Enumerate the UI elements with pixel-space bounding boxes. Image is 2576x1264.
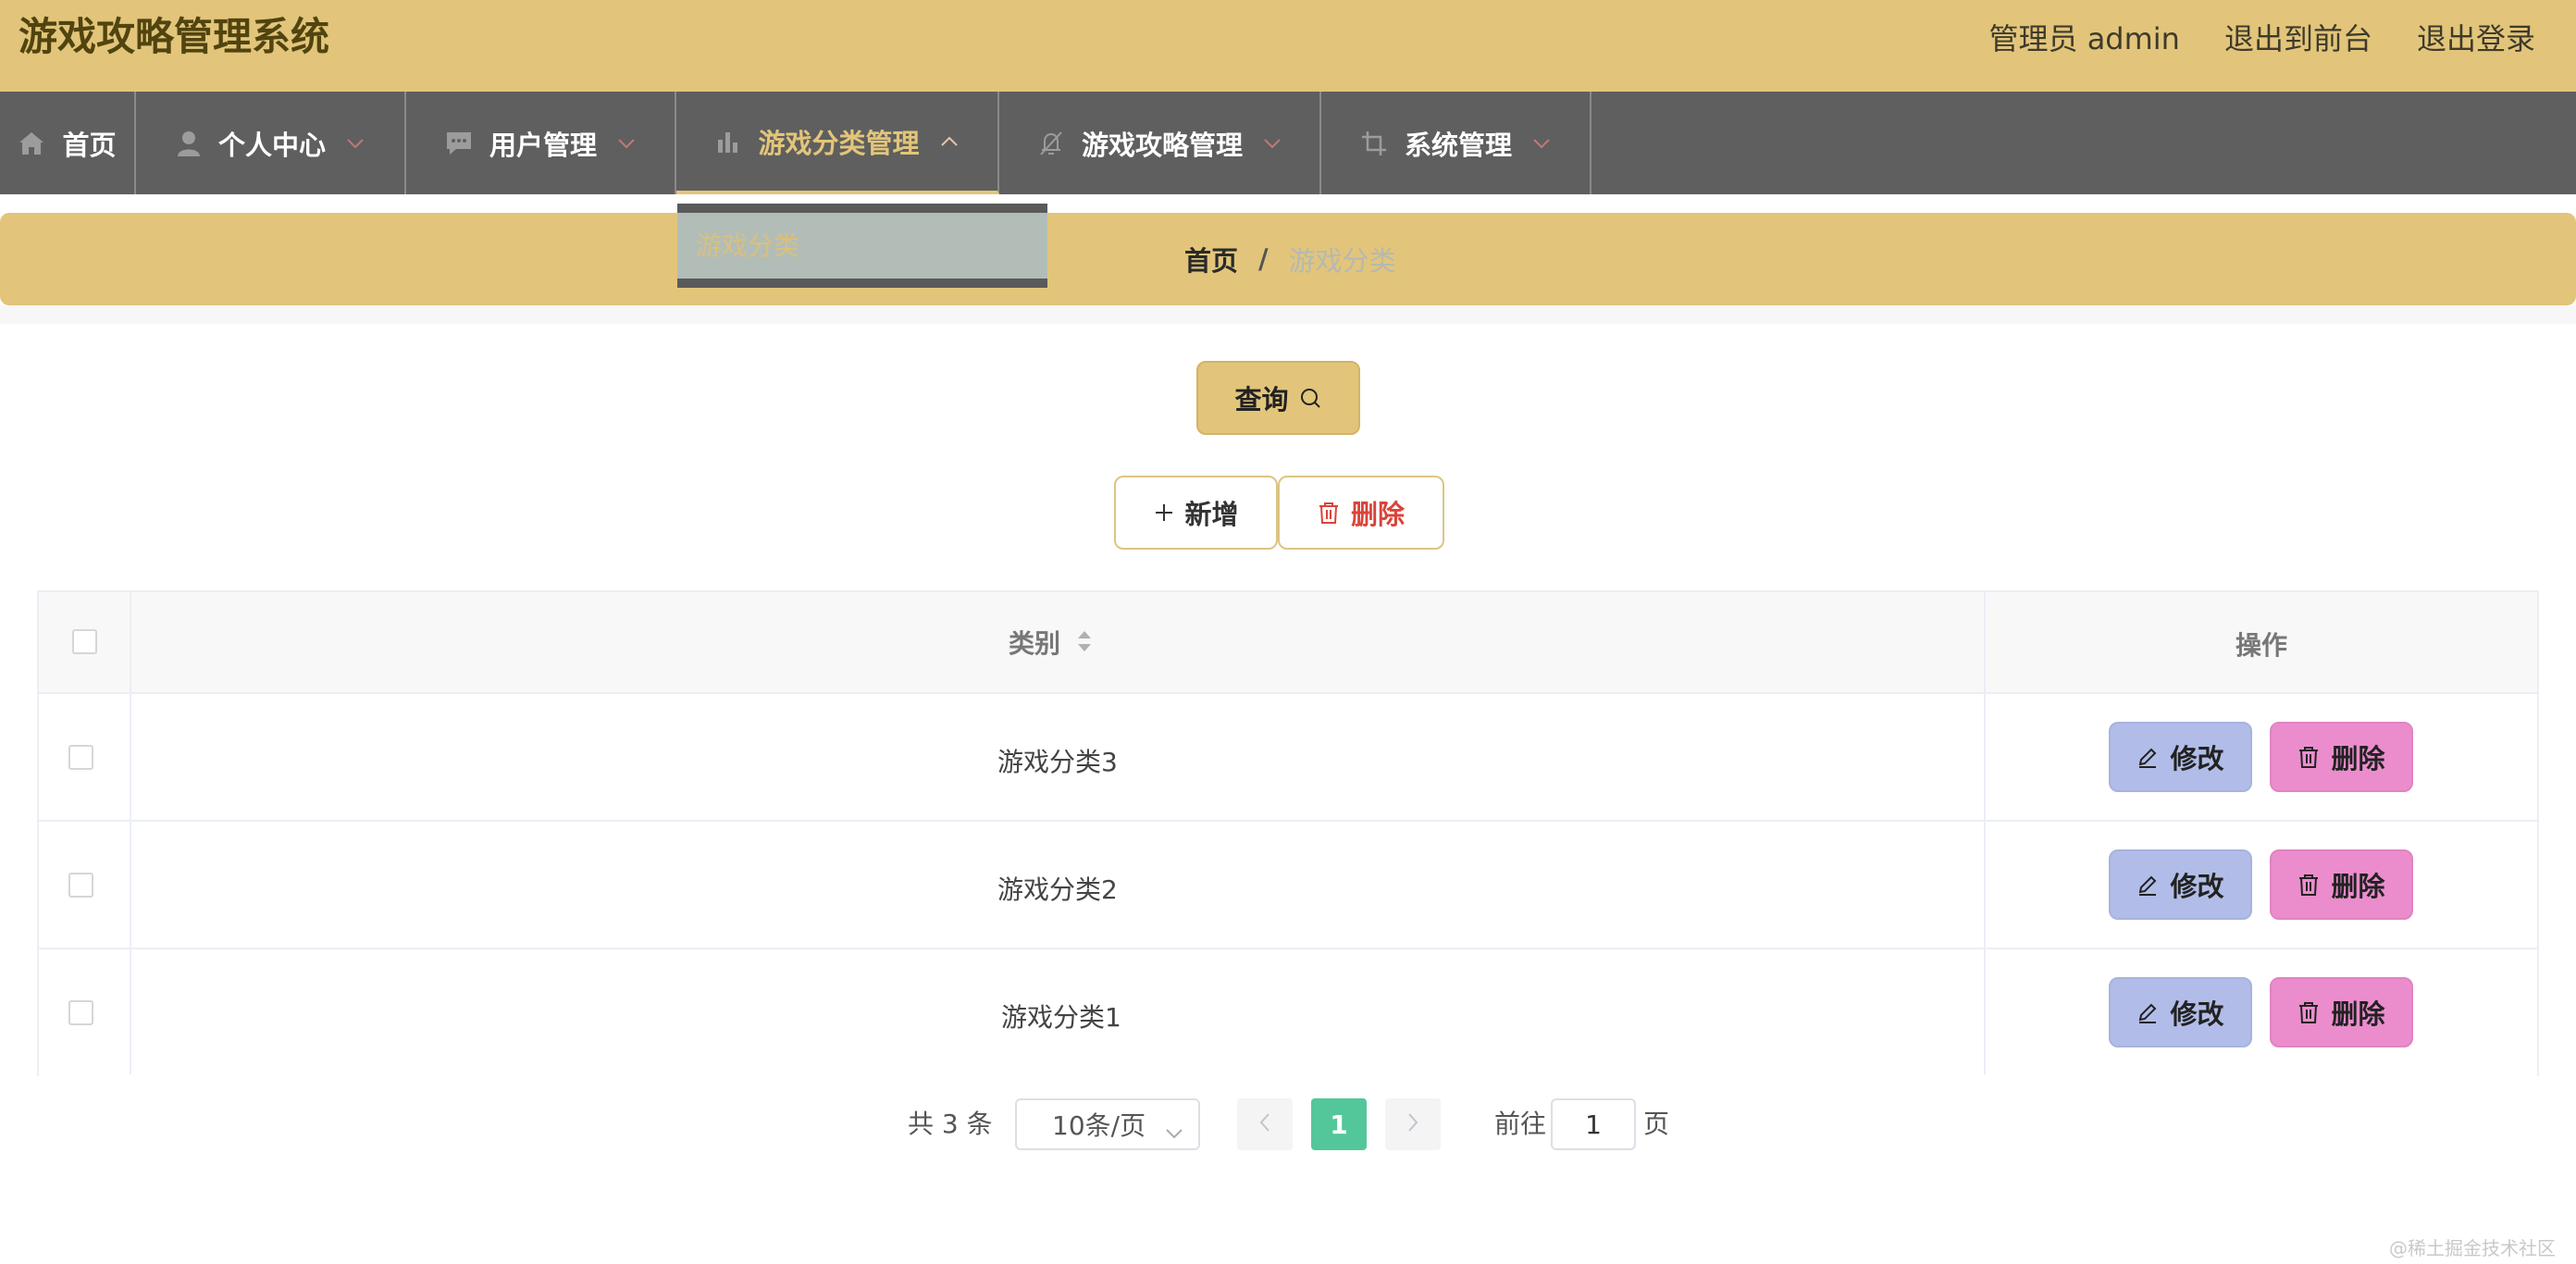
- nav-label-profile: 个人中心: [217, 129, 326, 161]
- row-checkbox[interactable]: [68, 1000, 93, 1025]
- add-button-label: 新增: [1184, 499, 1239, 530]
- table-header: 类别 操作: [39, 592, 2537, 694]
- table-row: 游戏分类3 修改 删除: [39, 694, 2537, 822]
- breadcrumb-current: 游戏分类: [1288, 245, 1396, 277]
- sort-icon[interactable]: [1075, 627, 1094, 659]
- page-label: 页: [1643, 1109, 1670, 1139]
- chevron-down-icon: [1532, 138, 1551, 149]
- column-divider: [1984, 592, 1986, 1074]
- pencil-icon: [2136, 1001, 2159, 1023]
- plus-icon: [1153, 502, 1175, 524]
- chat-icon: [445, 130, 473, 156]
- edit-button[interactable]: 修改: [2109, 849, 2252, 920]
- logout-link[interactable]: 退出登录: [2417, 16, 2535, 58]
- breadcrumb-bar: 首页 / 游戏分类: [0, 213, 2576, 305]
- next-page-button[interactable]: [1385, 1098, 1441, 1150]
- nav-label-home: 首页: [62, 129, 117, 161]
- delete-button[interactable]: 删除: [2270, 977, 2413, 1047]
- edit-button[interactable]: 修改: [2109, 977, 2252, 1047]
- chevron-up-icon: [940, 136, 959, 147]
- query-button-label: 查询: [1234, 384, 1289, 415]
- edit-button[interactable]: 修改: [2109, 722, 2252, 792]
- nav-item-game-guide[interactable]: 游戏攻略管理: [999, 92, 1321, 194]
- delete-label: 删除: [2331, 998, 2385, 1030]
- page-size-value: 10条/页: [1052, 1110, 1146, 1141]
- nav-item-users[interactable]: 用户管理: [406, 92, 676, 194]
- page-number-current[interactable]: 1: [1311, 1098, 1367, 1150]
- row-checkbox[interactable]: [68, 873, 93, 898]
- pencil-icon: [2136, 874, 2159, 896]
- bar-chart-icon: [715, 129, 741, 155]
- top-header: 游戏攻略管理系统 管理员 admin 退出到前台 退出登录: [0, 0, 2576, 92]
- divider-strip: [0, 305, 2576, 324]
- column-divider: [130, 592, 131, 1074]
- crop-icon: [1360, 130, 1388, 157]
- chevron-left-icon: [1258, 1112, 1271, 1136]
- chevron-down-icon: [617, 138, 636, 149]
- add-button[interactable]: 新增: [1114, 476, 1278, 550]
- user-icon: [176, 130, 202, 157]
- header-category: 类别: [1009, 628, 1061, 659]
- nav-item-home[interactable]: 首页: [0, 92, 136, 194]
- chevron-down-icon: [1263, 138, 1282, 149]
- row-category: 游戏分类2: [997, 874, 1118, 905]
- edit-label: 修改: [2170, 871, 2224, 902]
- nav-label-users: 用户管理: [489, 129, 597, 161]
- pencil-icon: [2136, 746, 2159, 768]
- goto-page-input[interactable]: [1551, 1098, 1636, 1150]
- table-row: 游戏分类1 修改 删除: [39, 949, 2537, 1077]
- header-actions: 管理员 admin 退出到前台 退出登录: [1989, 9, 2535, 65]
- category-table: 类别 操作 游戏分类3 修改 删除 游戏分类2 修改 删除 游戏分类1 修改 删…: [37, 590, 2539, 1077]
- delete-label: 删除: [2331, 871, 2385, 902]
- nav-label-game-guide: 游戏攻略管理: [1081, 129, 1243, 161]
- pagination-total: 共 3 条: [908, 1109, 993, 1139]
- trash-icon: [2297, 873, 2320, 897]
- main-nav: 首页 个人中心 用户管理 游戏分类管理 游戏攻略管理 系统管理: [0, 92, 2576, 194]
- bell-off-icon: [1037, 130, 1065, 157]
- page-size-select[interactable]: 10条/页: [1015, 1098, 1200, 1150]
- nav-label-game-category: 游戏分类管理: [758, 127, 920, 159]
- row-checkbox[interactable]: [68, 745, 93, 770]
- home-icon: [18, 130, 45, 156]
- chevron-down-icon: [346, 138, 365, 149]
- breadcrumb-separator: /: [1258, 243, 1269, 275]
- delete-button[interactable]: 删除: [2270, 849, 2413, 920]
- delete-button[interactable]: 删除: [2270, 722, 2413, 792]
- trash-icon: [2297, 1000, 2320, 1024]
- chevron-right-icon: [1406, 1112, 1419, 1136]
- nav-dropdown-menu: 游戏分类: [677, 204, 1047, 288]
- admin-label: 管理员 admin: [1988, 21, 2180, 56]
- row-category: 游戏分类3: [997, 747, 1118, 777]
- select-all-checkbox[interactable]: [72, 629, 97, 654]
- row-category: 游戏分类1: [1001, 1002, 1121, 1033]
- batch-delete-button[interactable]: 删除: [1278, 476, 1444, 550]
- watermark: @稀土掘金技术社区: [2389, 1237, 2556, 1259]
- trash-icon: [2297, 745, 2320, 769]
- edit-label: 修改: [2170, 743, 2224, 775]
- app-title: 游戏攻略管理系统: [19, 14, 330, 59]
- breadcrumb-home[interactable]: 首页: [1184, 240, 1238, 279]
- exit-to-front-link[interactable]: 退出到前台: [2224, 16, 2372, 58]
- table-row: 游戏分类2 修改 删除: [39, 822, 2537, 949]
- nav-item-profile[interactable]: 个人中心: [136, 92, 406, 194]
- dropdown-item-game-category[interactable]: 游戏分类: [696, 226, 799, 263]
- query-button[interactable]: 查询: [1196, 361, 1360, 435]
- chevron-down-icon: [1165, 1115, 1183, 1146]
- prev-page-button[interactable]: [1237, 1098, 1293, 1150]
- goto-label: 前往: [1494, 1109, 1547, 1139]
- breadcrumb: 首页 / 游戏分类: [1184, 213, 1396, 305]
- delete-label: 删除: [2331, 743, 2385, 775]
- nav-item-game-category[interactable]: 游戏分类管理: [676, 92, 999, 194]
- nav-label-system: 系统管理: [1404, 129, 1512, 161]
- header-actions: 操作: [2235, 630, 2288, 661]
- edit-label: 修改: [2170, 998, 2224, 1030]
- batch-delete-label: 删除: [1350, 499, 1405, 530]
- nav-item-system[interactable]: 系统管理: [1321, 92, 1591, 194]
- search-icon: [1298, 386, 1322, 410]
- trash-icon: [1318, 501, 1340, 525]
